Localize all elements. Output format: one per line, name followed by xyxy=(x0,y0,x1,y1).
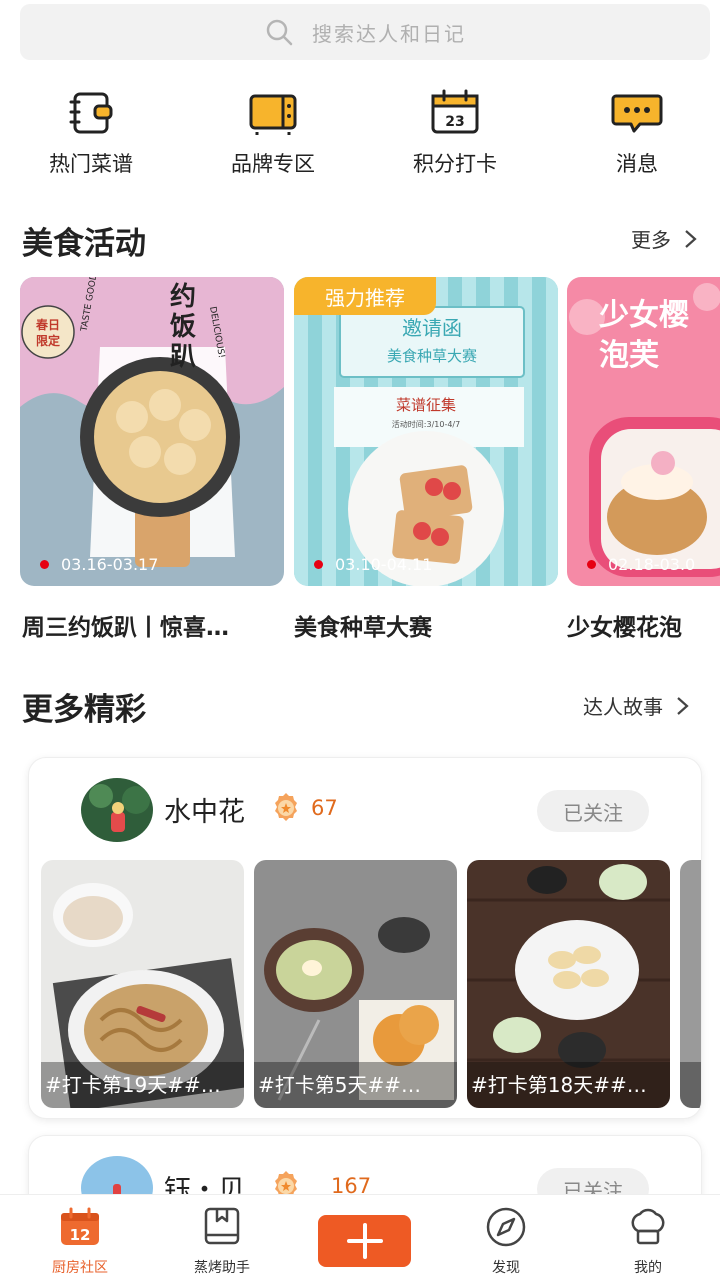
chef-hat-icon xyxy=(631,1208,665,1245)
event-date: 03.16-03.17 xyxy=(40,555,158,574)
user-card[interactable]: 水中花 67 已关注 #打卡第19天##… #打卡第5天##… #打卡第18天#… xyxy=(28,757,702,1119)
chevron-right-icon xyxy=(677,696,689,715)
tab-mine[interactable]: 我的 xyxy=(588,1205,708,1277)
svg-text:限定: 限定 xyxy=(36,333,60,348)
diary-caption-cut xyxy=(680,1062,701,1108)
compass-icon xyxy=(486,1207,526,1247)
tab-discover[interactable]: 发现 xyxy=(446,1205,566,1277)
svg-text:春日: 春日 xyxy=(35,317,60,332)
calendar-12-icon: 12 xyxy=(61,1207,99,1245)
svg-text:泡芙: 泡芙 xyxy=(599,338,660,373)
book-icon xyxy=(204,1207,240,1245)
diary-caption: #打卡第18天##… xyxy=(467,1062,670,1108)
svg-text:菜谱征集: 菜谱征集 xyxy=(396,396,456,414)
calendar-icon: 23 xyxy=(431,89,479,134)
diary-photo[interactable] xyxy=(680,860,701,1108)
diary-photo[interactable]: #打卡第19天##… xyxy=(41,860,244,1108)
svg-text:约: 约 xyxy=(170,281,196,312)
svg-text:美食种草大赛: 美食种草大赛 xyxy=(387,347,477,365)
message-icon xyxy=(611,94,663,133)
quick-link-recipes[interactable]: 热门菜谱 xyxy=(21,86,161,178)
section-title-food-events: 美食活动 xyxy=(22,226,146,262)
tab-kitchen-community[interactable]: 12 厨房社区 xyxy=(20,1205,140,1277)
event-poster-image: 邀请函 美食种草大赛 菜谱征集 活动时间:3/10-4/7 xyxy=(294,277,558,586)
search-placeholder: 搜索达人和日记 xyxy=(312,21,466,46)
recipe-book-icon xyxy=(69,92,113,134)
expert-stories-link[interactable]: 达人故事 xyxy=(583,691,693,720)
more-label: 达人故事 xyxy=(583,695,663,719)
quick-links: 热门菜谱 品牌专区 23 积分打卡 消息 xyxy=(0,86,720,186)
recommend-badge: 强力推荐 xyxy=(294,277,436,315)
svg-text:12: 12 xyxy=(70,1226,91,1244)
quick-link-label: 品牌专区 xyxy=(231,152,315,176)
tab-steam-bake-assistant[interactable]: 蒸烤助手 xyxy=(162,1205,282,1277)
follow-button[interactable]: 已关注 xyxy=(537,790,649,832)
section-title-more-highlights: 更多精彩 xyxy=(22,692,146,728)
medal-icon xyxy=(275,793,297,821)
event-card[interactable]: 少女樱 泡芙 02.18-03.0 xyxy=(567,277,720,586)
search-icon xyxy=(266,19,293,46)
user-name[interactable]: 水中花 xyxy=(164,790,245,829)
tab-label: 蒸烤助手 xyxy=(194,1260,250,1276)
tab-label: 发现 xyxy=(492,1260,520,1276)
quick-link-brands[interactable]: 品牌专区 xyxy=(203,86,343,178)
event-title[interactable]: 周三约饭趴丨惊喜… xyxy=(22,608,282,642)
oven-icon xyxy=(249,94,297,135)
diary-caption: #打卡第19天##… xyxy=(41,1062,244,1108)
event-title[interactable]: 少女樱花泡 xyxy=(567,608,720,642)
avatar[interactable] xyxy=(81,778,153,842)
food-events-more-link[interactable]: 更多 xyxy=(631,224,701,253)
svg-text:邀请函: 邀请函 xyxy=(402,316,462,340)
quick-link-checkin[interactable]: 23 积分打卡 xyxy=(385,86,525,178)
more-label: 更多 xyxy=(631,228,671,252)
search-bar[interactable]: 搜索达人和日记 xyxy=(20,4,710,60)
event-title[interactable]: 美食种草大赛 xyxy=(294,608,554,642)
svg-text:趴: 趴 xyxy=(170,342,196,372)
tab-label: 厨房社区 xyxy=(52,1260,108,1276)
chevron-right-icon xyxy=(685,229,697,248)
event-poster-image: 少女樱 泡芙 xyxy=(567,277,720,586)
svg-text:饭: 饭 xyxy=(170,312,196,342)
plus-icon xyxy=(346,1223,383,1259)
event-card[interactable]: 邀请函 美食种草大赛 菜谱征集 活动时间:3/10-4/7 强力推荐 03.10… xyxy=(294,277,558,586)
user-level: 67 xyxy=(311,796,338,820)
event-date: 02.18-03.0 xyxy=(587,555,695,574)
diary-caption: #打卡第5天##… xyxy=(254,1062,457,1108)
diary-photo[interactable]: #打卡第5天##… xyxy=(254,860,457,1108)
bottom-tab-bar: 12 厨房社区 蒸烤助手 发现 我的 xyxy=(0,1194,720,1280)
add-post-button[interactable] xyxy=(318,1215,411,1267)
svg-text:活动时间:3/10-4/7: 活动时间:3/10-4/7 xyxy=(392,419,460,429)
event-card[interactable]: 春日 限定 约 饭 趴 TASTE GOOD! DELICIOUS! 03.16… xyxy=(20,277,284,586)
quick-link-messages[interactable]: 消息 xyxy=(567,86,707,178)
quick-link-label: 消息 xyxy=(616,152,658,176)
svg-text:少女樱: 少女樱 xyxy=(599,298,689,333)
quick-link-label: 积分打卡 xyxy=(413,152,497,176)
quick-link-label: 热门菜谱 xyxy=(49,152,133,176)
event-date: 03.10-04.11 xyxy=(314,555,432,574)
diary-photo[interactable]: #打卡第18天##… xyxy=(467,860,670,1108)
svg-text:23: 23 xyxy=(445,114,464,130)
event-poster-image: 春日 限定 约 饭 趴 TASTE GOOD! DELICIOUS! xyxy=(20,277,284,586)
tab-label: 我的 xyxy=(634,1260,662,1276)
